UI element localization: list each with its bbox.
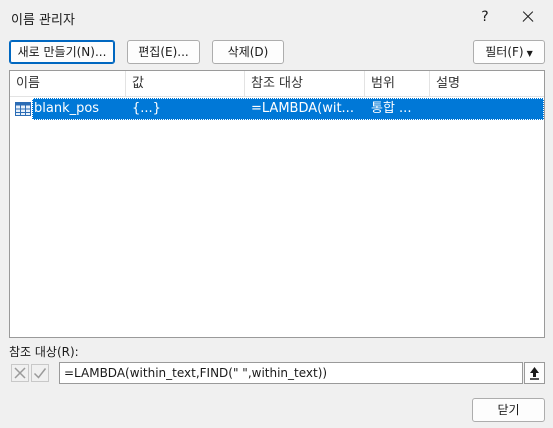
edit-button[interactable]: 편집(E)... bbox=[127, 40, 200, 64]
column-header-scope[interactable]: 범위 bbox=[365, 71, 430, 96]
cancel-edit-icon[interactable] bbox=[11, 364, 29, 382]
names-list[interactable]: 이름 값 참조 대상 범위 설명 blank_pos {...} =LAMBDA… bbox=[9, 70, 545, 338]
dialog-title: 이름 관리자 bbox=[11, 13, 75, 28]
filter-button[interactable]: 필터(F) ▼ bbox=[473, 40, 545, 64]
new-name-button[interactable]: 새로 만들기(N)... bbox=[9, 40, 115, 64]
close-icon[interactable] bbox=[508, 4, 546, 30]
list-header: 이름 값 참조 대상 범위 설명 bbox=[10, 71, 544, 97]
column-header-name[interactable]: 이름 bbox=[10, 71, 126, 96]
refers-to-input[interactable]: =LAMBDA(within_text,FIND(" ",within_text… bbox=[59, 362, 523, 384]
table-row[interactable]: blank_pos {...} =LAMBDA(wit... 통합 ... bbox=[10, 98, 544, 120]
chevron-down-icon: ▼ bbox=[526, 49, 533, 58]
collapse-dialog-button[interactable] bbox=[524, 362, 545, 384]
column-header-refers-to[interactable]: 참조 대상 bbox=[245, 71, 365, 96]
column-header-comment[interactable]: 설명 bbox=[430, 71, 544, 96]
confirm-edit-icon[interactable] bbox=[31, 364, 49, 382]
row-value: {...} bbox=[132, 101, 161, 116]
row-refers-to: =LAMBDA(wit... bbox=[251, 101, 354, 116]
column-header-value[interactable]: 값 bbox=[126, 71, 245, 96]
row-scope: 통합 ... bbox=[371, 101, 412, 116]
table-name-icon bbox=[15, 102, 31, 116]
row-name: blank_pos bbox=[34, 101, 100, 116]
delete-button[interactable]: 삭제(D) bbox=[212, 40, 284, 64]
title-bar: 이름 관리자 ? bbox=[0, 0, 553, 36]
filter-button-label: 필터(F) bbox=[485, 45, 524, 59]
close-button[interactable]: 닫기 bbox=[472, 398, 545, 422]
help-button[interactable]: ? bbox=[470, 4, 500, 30]
collapse-arrow-icon bbox=[530, 367, 539, 380]
refers-to-label: 참조 대상(R): bbox=[9, 345, 79, 359]
